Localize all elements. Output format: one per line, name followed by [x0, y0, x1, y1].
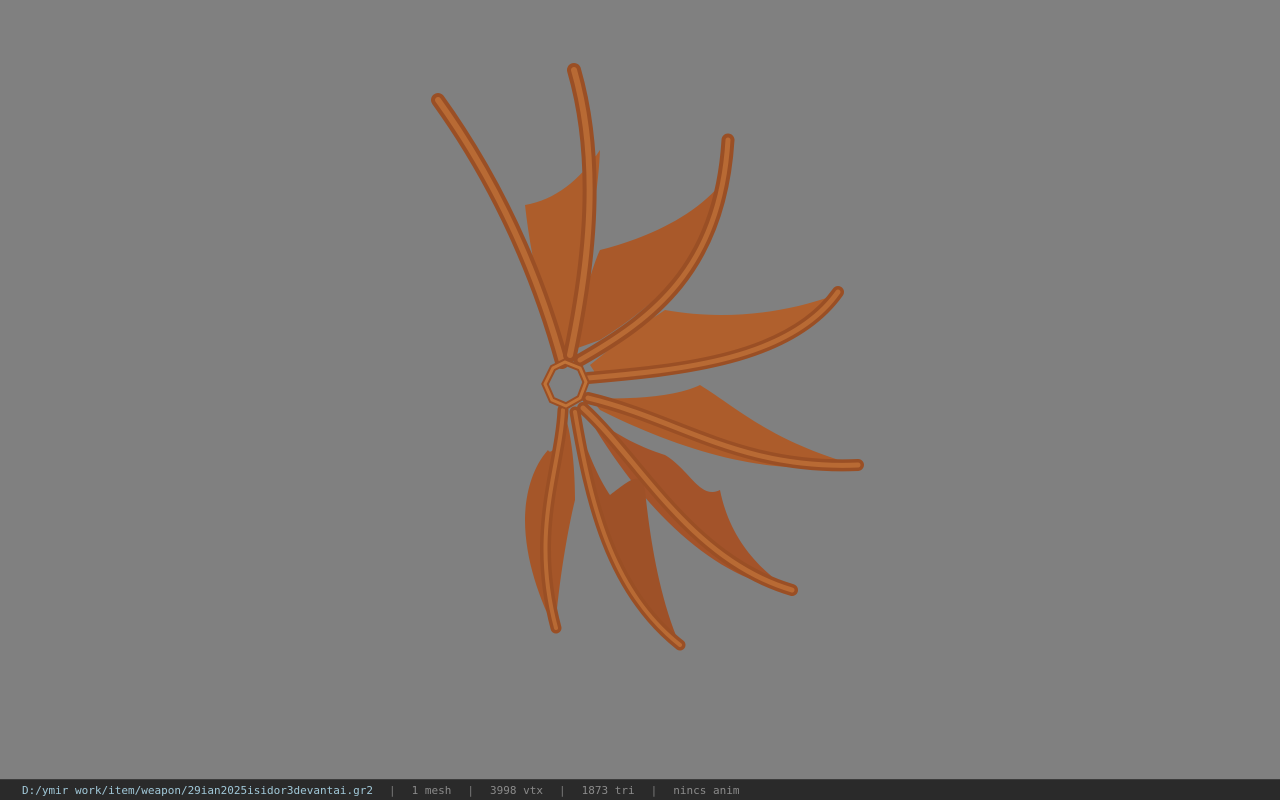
vertex-count: 3998 vtx [490, 783, 543, 797]
status-bar: D:/ymir work/item/weapon/29ian2025isidor… [0, 779, 1280, 800]
mesh-count: 1 mesh [411, 783, 452, 797]
file-path: D:/ymir work/item/weapon/29ian2025isidor… [22, 783, 373, 797]
triangle-count: 1873 tri [581, 783, 635, 797]
status-separator: | [389, 783, 396, 797]
animation-status: nincs anim [673, 783, 740, 797]
status-separator: | [467, 783, 474, 797]
status-separator: | [558, 783, 566, 797]
status-separator: | [650, 783, 658, 797]
wing-hub [541, 358, 590, 410]
wing-model [431, 63, 864, 651]
3d-viewport[interactable] [0, 0, 1280, 779]
